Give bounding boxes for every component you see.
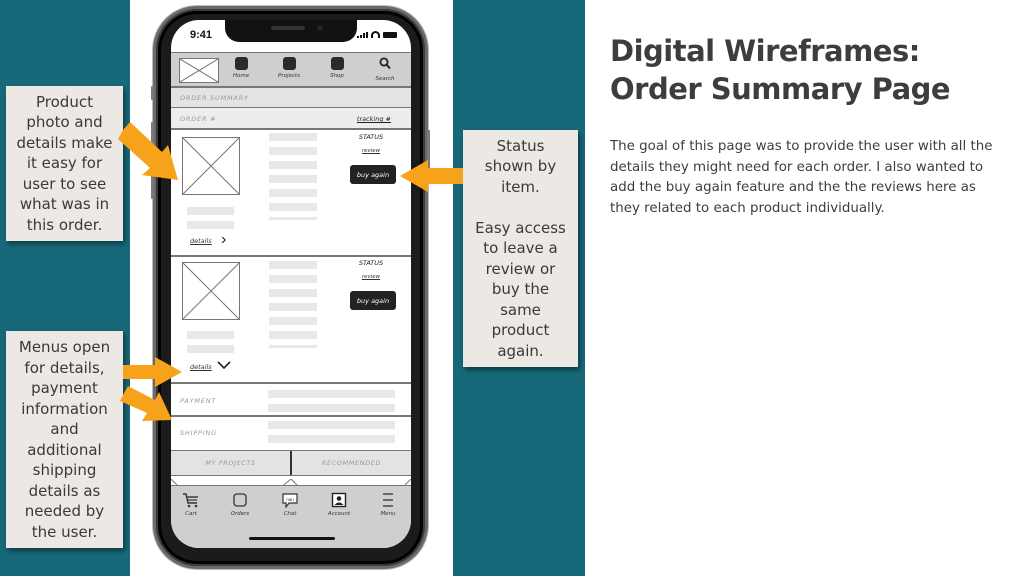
detail-text-placeholder	[269, 261, 317, 269]
top-nav: Home Projects Shop Search	[171, 52, 411, 88]
product-image-placeholder	[182, 137, 240, 195]
front-camera	[317, 25, 323, 31]
item-status: STATUS	[358, 259, 384, 267]
carousel-peek	[171, 476, 411, 490]
nav-orders[interactable]: Orders	[220, 492, 260, 517]
detail-text-placeholder	[269, 161, 317, 169]
annotation-menus: Menus open for details, payment informat…	[6, 331, 123, 548]
buy-again-button[interactable]: buy again	[350, 165, 396, 184]
detail-text-placeholder	[269, 289, 317, 297]
orders-icon	[220, 492, 260, 508]
review-link[interactable]: review	[351, 148, 391, 154]
nav-chat[interactable]: nan Chat	[270, 492, 310, 517]
bottom-tabs: MY PROJECTS RECOMMENDED	[171, 450, 411, 476]
menu-icon	[368, 492, 408, 508]
tab-my-projects[interactable]: MY PROJECTS	[171, 451, 290, 475]
payment-label: PAYMENT	[180, 397, 217, 405]
annotation-product: Product photo and details make it easy f…	[6, 86, 123, 241]
battery-icon	[383, 32, 397, 38]
detail-text-placeholder	[269, 317, 317, 325]
details-toggle[interactable]: details	[190, 237, 212, 245]
phone-mute-switch	[151, 86, 154, 100]
home-indicator[interactable]	[249, 537, 335, 540]
nav-projects[interactable]: Projects	[269, 57, 309, 79]
detail-text-placeholder	[269, 175, 317, 183]
status-icons	[357, 31, 397, 38]
bottom-nav: Cart Orders nan Chat Account Menu	[171, 486, 411, 548]
home-icon	[234, 57, 248, 70]
speaker-grille	[271, 26, 305, 30]
nav-shop[interactable]: Shop	[317, 57, 357, 79]
chat-icon: nan	[270, 492, 310, 508]
shipping-text-placeholder	[268, 421, 395, 429]
phone-notch	[225, 20, 357, 42]
nav-home[interactable]: Home	[221, 57, 261, 79]
payment-section[interactable]: PAYMENT	[171, 384, 411, 417]
shop-icon	[330, 57, 344, 70]
nav-account[interactable]: Account	[319, 492, 359, 517]
cart-icon	[171, 492, 211, 508]
detail-text-placeholder	[269, 133, 317, 141]
shipping-text-placeholder	[268, 435, 395, 443]
phone-screen: 9:41 Home Projects Shop Search ORDER SUM…	[171, 20, 411, 548]
product-text-placeholder	[187, 345, 234, 353]
account-icon	[319, 492, 359, 508]
product-text-placeholder	[187, 331, 234, 339]
phone-power-button	[427, 130, 430, 182]
wifi-icon	[371, 31, 380, 38]
detail-text-placeholder	[269, 275, 317, 283]
tracking-link[interactable]: tracking #	[357, 115, 391, 123]
slide-description: The goal of this page was to provide the…	[610, 139, 993, 216]
detail-text-placeholder	[269, 331, 317, 339]
payment-text-placeholder	[268, 404, 395, 412]
order-number-row: ORDER # tracking #	[171, 108, 411, 130]
item-status: STATUS	[358, 133, 384, 141]
search-icon	[365, 57, 405, 73]
logo-placeholder[interactable]	[179, 58, 219, 83]
order-summary-label: ORDER SUMMARY	[180, 94, 249, 102]
detail-text-placeholder	[269, 203, 317, 211]
chevron-right-icon[interactable]: ›	[221, 231, 226, 249]
signal-icon	[357, 32, 368, 38]
detail-text-placeholder	[269, 217, 317, 220]
product-text-placeholder	[187, 207, 234, 215]
product-text-placeholder	[187, 221, 234, 229]
projects-icon	[282, 57, 296, 70]
nav-menu[interactable]: Menu	[368, 492, 408, 517]
detail-text-placeholder	[269, 147, 317, 155]
tab-recommended[interactable]: RECOMMENDED	[290, 451, 411, 475]
chat-bubble-text: nan	[286, 497, 294, 502]
chevron-down-icon[interactable]	[217, 361, 231, 373]
shipping-label: SHIPPING	[180, 429, 217, 437]
status-time: 9:41	[190, 29, 213, 41]
payment-text-placeholder	[268, 390, 395, 398]
phone-volume-down	[151, 165, 154, 199]
detail-text-placeholder	[269, 189, 317, 197]
order-number-label: ORDER #	[180, 115, 217, 123]
order-item: STATUS review buy again details ›	[171, 130, 411, 257]
review-link[interactable]: review	[351, 274, 391, 280]
order-summary-header: ORDER SUMMARY	[171, 88, 411, 108]
detail-text-placeholder	[269, 345, 317, 348]
shipping-section[interactable]: SHIPPING	[171, 417, 411, 450]
product-image-placeholder	[182, 262, 240, 320]
slide-title: Digital Wireframes: Order Summary Page	[610, 34, 951, 106]
annotation-status: Status shown by item. Easy access to lea…	[463, 130, 578, 367]
nav-search[interactable]: Search	[365, 57, 405, 82]
phone-volume-up	[151, 122, 154, 156]
nav-cart[interactable]: Cart	[171, 492, 211, 517]
order-item: STATUS review buy again details	[171, 257, 411, 384]
detail-text-placeholder	[269, 303, 317, 311]
buy-again-button[interactable]: buy again	[350, 291, 396, 310]
details-toggle[interactable]: details	[190, 363, 212, 371]
